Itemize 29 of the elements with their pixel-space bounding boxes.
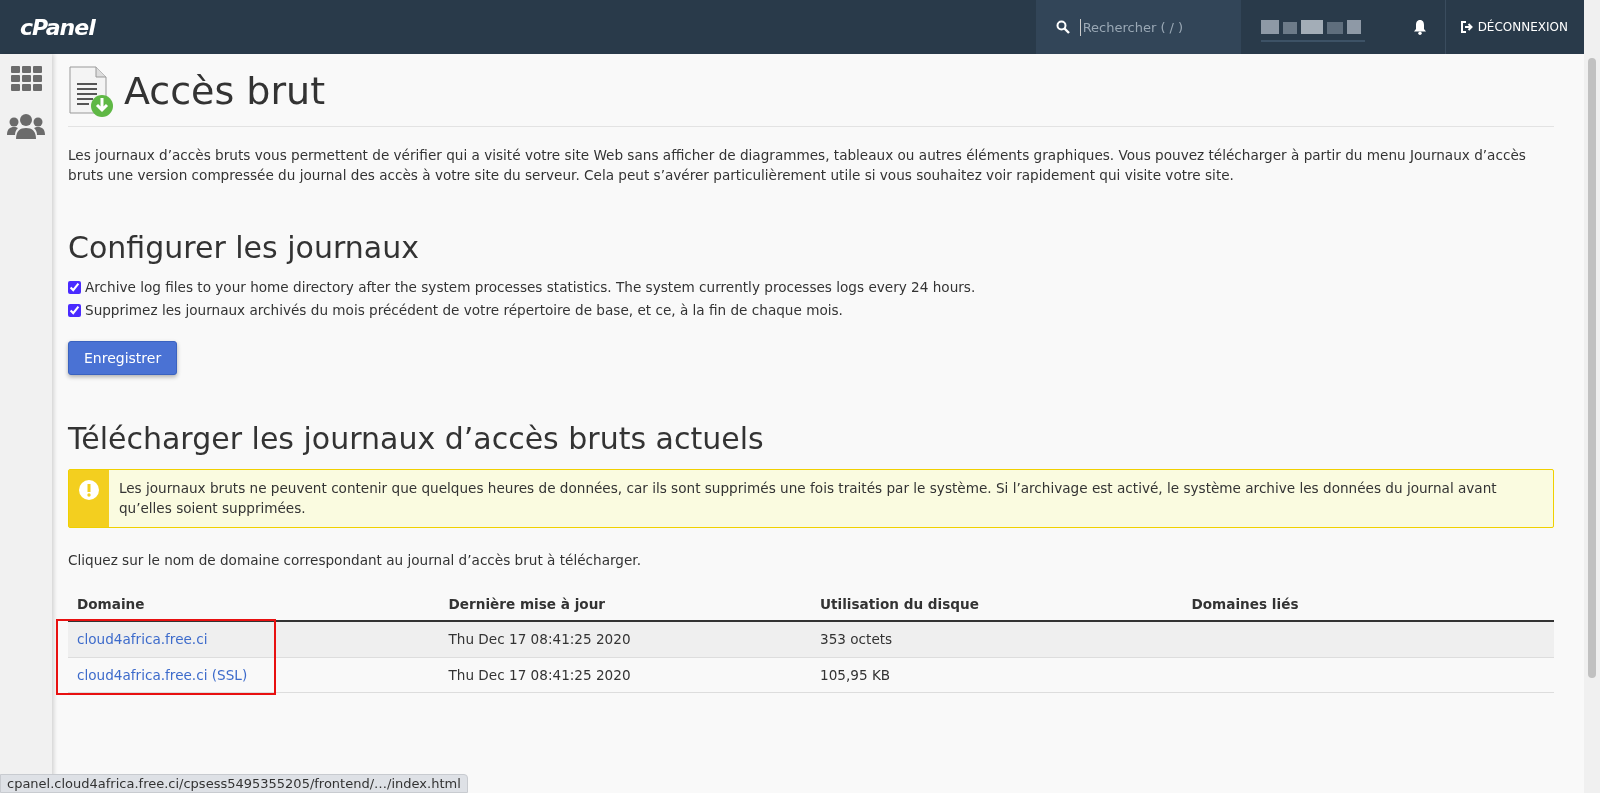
grid-icon[interactable] <box>10 66 42 91</box>
table-cell: Thu Dec 17 08:41:25 2020 <box>439 657 811 693</box>
search-field[interactable]: Rechercher ( / ) <box>1079 18 1215 36</box>
status-url: cpanel.cloud4africa.free.ci/cpsess5495355205/frontend/…/index.html <box>7 776 461 791</box>
scrollbar-thumb[interactable] <box>1588 58 1596 678</box>
logout-icon <box>1459 21 1473 33</box>
option-label: Supprimez les journaux archivés du mois précédent de votre répertoire de base, et ce, à la fin de chaque mois. <box>85 300 843 320</box>
option-label: Archive log files to your home directory after the system processes statistics. The system currently processes logs every 24 hours. <box>85 277 976 297</box>
domain-link[interactable]: cloud4africa.free.ci <box>77 631 208 648</box>
page-title: Accès brut <box>124 69 326 115</box>
search-icon <box>1055 20 1070 34</box>
domain-link[interactable]: cloud4africa.free.ci (SSL) <box>77 666 248 683</box>
bell-icon[interactable] <box>1412 19 1427 35</box>
intro-paragraph: Les journaux d’accès bruts vous permettent de vérifier qui a visité votre site Web sans afficher de diagrammes, tableaux ou autres éléments graphiques. Vous pouvez télécharger à partir du menu Journaux d’accès bruts une version compressée du journal des accès à votre site du serveur. Cela peut s’avérer particulièrement utile si vous souhaitez voir rapidement qui visite votre site. <box>68 146 1527 186</box>
exclamation-icon <box>78 479 99 500</box>
table-cell: Thu Dec 17 08:41:25 2020 <box>439 621 811 658</box>
table-cell: 105,95 KB <box>811 657 1183 693</box>
instruction-text: Cliquez sur le nom de domaine correspondant au journal d’accès brut à télécharger. <box>68 550 642 570</box>
section-heading: Configurer les journaux <box>68 229 420 266</box>
warning-text: Les journaux bruts ne peuvent contenir que quelques heures de données, car ils sont supprimés une fois traités par le système. Si l’archivage est activé, le système archive les données du journal avant qu’elles soient supprimées. <box>117 478 1498 519</box>
table-cell: 353 octets <box>811 621 1183 658</box>
users-icon[interactable] <box>7 113 45 139</box>
section-heading: Télécharger les journaux d’accès bruts actuels <box>68 420 765 457</box>
save-button[interactable]: Enregistrer <box>68 340 178 375</box>
cpanel-logo[interactable]: cPanel <box>20 14 95 40</box>
checkbox[interactable] <box>68 303 81 317</box>
checkbox[interactable] <box>68 280 81 294</box>
logout-button[interactable]: DÉCONNEXION <box>1445 0 1584 54</box>
document-download-icon <box>68 66 114 118</box>
